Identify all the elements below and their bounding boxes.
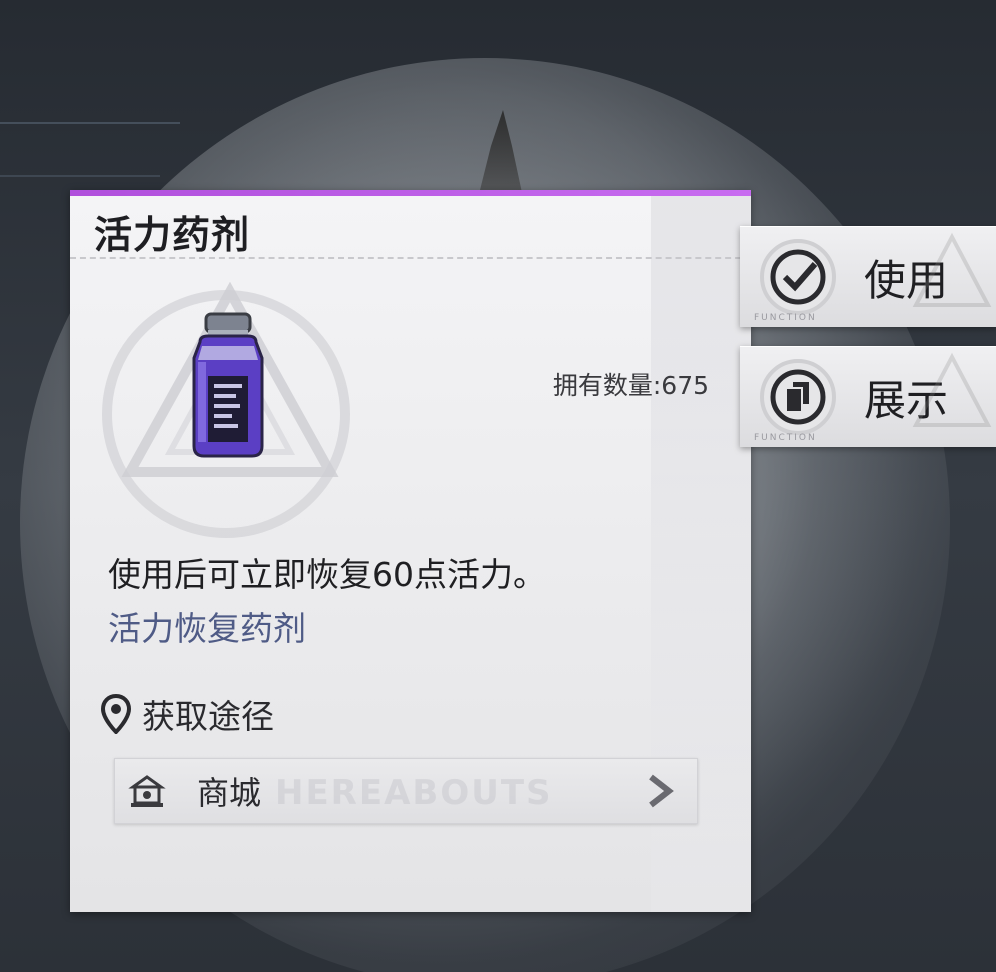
shop-icon xyxy=(128,775,166,807)
hud-line xyxy=(0,175,160,177)
hud-line xyxy=(0,122,180,124)
title-divider xyxy=(70,257,751,259)
check-circle-icon xyxy=(770,249,826,305)
source-item-label: 商城 xyxy=(197,774,262,812)
display-icon-wrap xyxy=(760,359,836,435)
source-header: 获取途径 xyxy=(100,690,274,738)
rarity-bar xyxy=(70,190,751,196)
source-item-shop[interactable]: 商城 HEREABOUTS xyxy=(114,758,698,824)
location-pin-icon xyxy=(100,694,132,734)
triangle-deco-icon xyxy=(912,232,992,307)
use-button[interactable]: 使用 FUNCTION xyxy=(740,226,996,327)
item-type: 活力恢复药剂 xyxy=(108,609,306,648)
item-name: 活力药剂 xyxy=(94,213,251,257)
source-watermark: HEREABOUTS xyxy=(275,773,553,813)
item-detail-card: 活力药剂 拥有数量:675 使用后可立即恢复60点活力。 活力恢复药剂 获取途径 xyxy=(70,190,751,912)
item-description: 使用后可立即恢复60点活力。 xyxy=(108,555,546,594)
function-tag: FUNCTION xyxy=(754,433,817,443)
chevron-right-icon xyxy=(649,774,674,808)
owned-count: 拥有数量:675 xyxy=(552,371,709,400)
source-title: 获取途径 xyxy=(142,697,274,736)
cards-circle-icon xyxy=(770,369,826,425)
display-button[interactable]: 展示 FUNCTION xyxy=(740,346,996,447)
function-tag: FUNCTION xyxy=(754,313,817,323)
triangle-deco-icon xyxy=(912,352,992,427)
energy-potion-bottle-icon xyxy=(192,312,264,458)
use-icon-wrap xyxy=(760,239,836,315)
